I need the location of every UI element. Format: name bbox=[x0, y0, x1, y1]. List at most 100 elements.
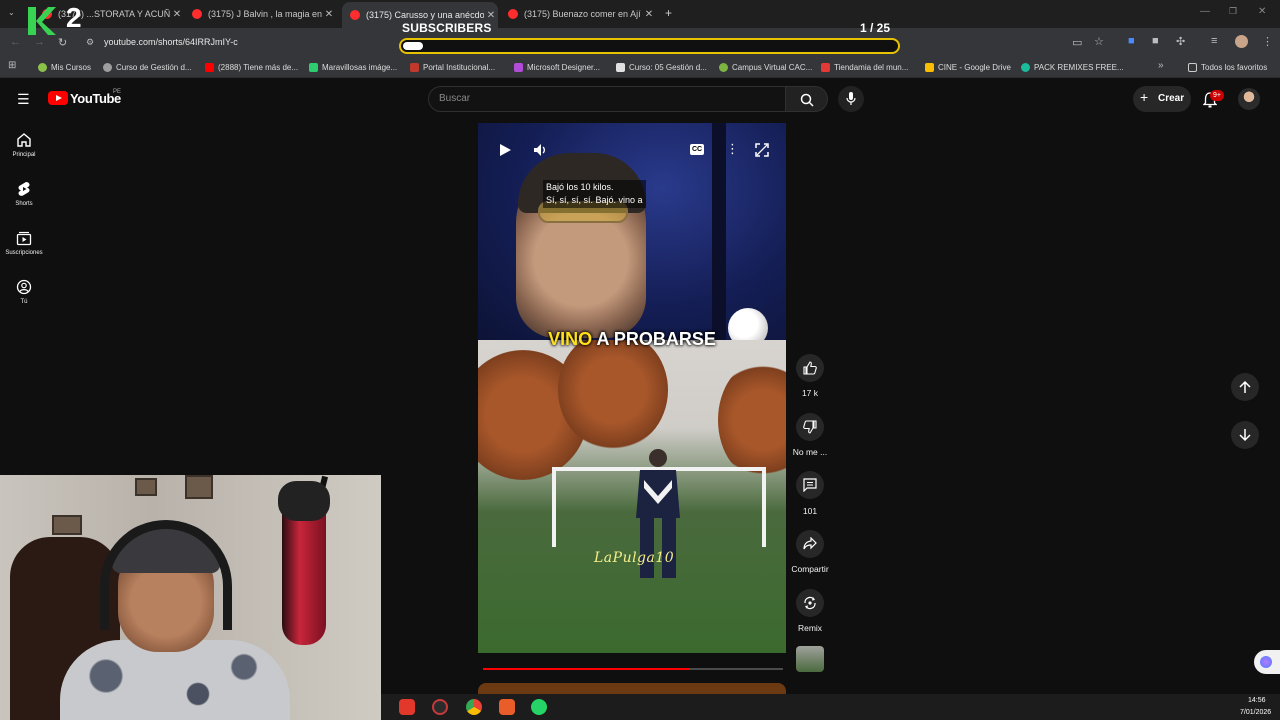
close-tab-icon[interactable]: ✕ bbox=[322, 9, 336, 20]
minimize-window-icon[interactable]: — bbox=[1200, 6, 1210, 17]
new-tab-icon[interactable]: + bbox=[665, 6, 672, 20]
media-control-icon[interactable]: ≡ bbox=[1211, 35, 1217, 47]
bookmark-item[interactable]: (2888) Tiene más de... bbox=[205, 61, 298, 73]
subscriber-goal-fill bbox=[403, 42, 423, 50]
tab-search-icon[interactable]: ⌄ bbox=[8, 8, 15, 17]
hamburger-menu-icon[interactable]: ☰ bbox=[17, 91, 30, 108]
remix-button[interactable] bbox=[796, 589, 824, 617]
bookmark-item[interactable]: Microsoft Designer... bbox=[514, 61, 600, 73]
share-button[interactable] bbox=[796, 530, 824, 558]
extension-icon[interactable]: ■ bbox=[1128, 35, 1135, 47]
guide-item-label: Shorts bbox=[15, 201, 33, 207]
voice-search-button[interactable] bbox=[838, 86, 864, 112]
home-icon bbox=[17, 133, 31, 147]
arrow-down-icon bbox=[1239, 429, 1251, 442]
bookmark-item[interactable]: Portal Institucional... bbox=[410, 61, 495, 73]
remix-icon bbox=[804, 596, 816, 610]
closed-caption-line: Bajó los 10 kilos. bbox=[546, 182, 614, 192]
brave-browser-icon[interactable] bbox=[399, 699, 415, 715]
previous-short-button[interactable] bbox=[1231, 373, 1259, 401]
dislike-label: No me ... bbox=[792, 447, 828, 457]
streamer-webcam bbox=[0, 475, 381, 720]
like-button[interactable] bbox=[796, 354, 824, 382]
browser-menu-icon[interactable]: ⋮ bbox=[1262, 35, 1273, 48]
tab-title: (3175) J Balvin , la magia en el d bbox=[208, 9, 322, 19]
guide-item-you[interactable]: Tú bbox=[0, 279, 48, 305]
guide-item-shorts[interactable]: Shorts bbox=[0, 181, 48, 207]
thumbs-down-icon bbox=[803, 420, 817, 434]
guide-item-home[interactable]: Principal bbox=[0, 132, 48, 158]
comment-count: 101 bbox=[802, 506, 818, 516]
volume-icon[interactable] bbox=[533, 143, 547, 157]
more-options-icon[interactable]: ⋮ bbox=[726, 141, 739, 157]
folder-icon bbox=[1188, 62, 1197, 72]
bookmark-favicon-icon bbox=[719, 62, 728, 72]
taskbar bbox=[381, 694, 1280, 720]
fullscreen-icon[interactable] bbox=[755, 143, 769, 157]
search-input[interactable] bbox=[428, 86, 786, 112]
apps-grid-icon[interactable]: ⊞ bbox=[8, 60, 16, 71]
tab-title: (3175) Buenazo comer en Ají C bbox=[524, 9, 642, 19]
bookmark-favicon-icon bbox=[309, 62, 318, 72]
side-panel-icon[interactable] bbox=[1254, 650, 1280, 674]
bookmark-item[interactable]: CINE - Google Drive bbox=[925, 61, 1011, 73]
bookmark-favicon-icon bbox=[821, 62, 830, 72]
guide-item-subscriptions[interactable]: Suscripciones bbox=[0, 230, 48, 256]
site-info-icon[interactable]: ⚙ bbox=[86, 37, 94, 48]
caption-rest: A PROBARSE bbox=[592, 329, 716, 349]
k2-logo-text: 2 bbox=[66, 2, 82, 33]
bookmark-item[interactable]: Maravillosas imáge... bbox=[309, 61, 397, 73]
address-bar-url[interactable]: youtube.com/shorts/64IRRJmIY-c bbox=[104, 37, 238, 47]
all-bookmarks-folder[interactable]: Todos los favoritos bbox=[1188, 61, 1267, 73]
extension-icon[interactable]: ■ bbox=[1152, 35, 1159, 47]
browser-tab-strip: ⌄ (3175) ...STORATA Y ACUÑA - ✕ (3175) J… bbox=[0, 0, 1280, 28]
headphones-icon bbox=[100, 520, 232, 630]
comments-button[interactable] bbox=[796, 471, 824, 499]
bookmark-item[interactable]: Curso: 05 Gestión d... bbox=[616, 61, 707, 73]
create-button-label: Crear bbox=[1158, 93, 1185, 104]
bookmark-star-icon[interactable]: ☆ bbox=[1094, 35, 1104, 48]
next-short-button[interactable] bbox=[1231, 421, 1259, 449]
browser-tab[interactable]: (3175) Buenazo comer en Ají C ✕ bbox=[500, 4, 656, 24]
extensions-puzzle-icon[interactable]: ✣ bbox=[1176, 35, 1185, 48]
bookmark-favicon-icon bbox=[410, 62, 419, 72]
closed-captions-icon[interactable]: CC bbox=[690, 144, 704, 155]
bookmark-item[interactable]: Mis Cursos bbox=[38, 61, 91, 73]
dislike-button[interactable] bbox=[796, 413, 824, 441]
clip-watermark: LaPulga10 bbox=[594, 550, 675, 566]
guide-item-label: Tú bbox=[20, 299, 28, 305]
play-icon[interactable] bbox=[498, 143, 512, 157]
bookmark-item[interactable]: PACK REMIXES FREE... bbox=[1021, 61, 1124, 73]
forward-icon[interactable]: → bbox=[34, 36, 45, 48]
browser-tab[interactable]: (3175) J Balvin , la magia en el d ✕ bbox=[184, 4, 336, 24]
obs-app-icon[interactable] bbox=[432, 699, 448, 715]
cast-icon[interactable]: ▭ bbox=[1072, 36, 1082, 49]
bookmark-item[interactable]: Campus Virtual CAC... bbox=[719, 61, 812, 73]
whatsapp-icon[interactable] bbox=[531, 699, 547, 715]
short-video-player[interactable]: Bajó los 10 kilos. Sí, sí, sí, sí. Bajó.… bbox=[478, 123, 786, 653]
back-icon[interactable]: ← bbox=[10, 36, 21, 48]
restore-window-icon[interactable]: ❐ bbox=[1229, 6, 1237, 17]
bookmark-item[interactable]: Tiendamia del mun... bbox=[821, 61, 908, 73]
close-window-icon[interactable]: ✕ bbox=[1258, 6, 1266, 17]
gemini-icon bbox=[1260, 656, 1272, 668]
notification-count-badge: 9+ bbox=[1210, 90, 1224, 101]
app-icon[interactable] bbox=[499, 699, 515, 715]
reload-icon[interactable]: ↻ bbox=[58, 36, 67, 49]
bookmark-favicon-icon bbox=[205, 62, 214, 72]
microphone-icon bbox=[846, 92, 856, 105]
person-shirt bbox=[60, 640, 290, 720]
profile-avatar-icon[interactable] bbox=[1235, 35, 1248, 48]
chrome-icon[interactable] bbox=[466, 699, 482, 715]
close-tab-icon[interactable]: ✕ bbox=[642, 9, 656, 20]
account-avatar[interactable] bbox=[1238, 88, 1260, 110]
bookmark-favicon-icon bbox=[514, 62, 523, 72]
search-button[interactable] bbox=[786, 86, 828, 112]
caption-highlight-word: VINO bbox=[548, 329, 593, 349]
close-tab-icon[interactable]: ✕ bbox=[170, 9, 184, 20]
bookmarks-overflow-icon[interactable]: » bbox=[1158, 60, 1164, 71]
bookmark-item[interactable]: Curso de Gestión d... bbox=[103, 61, 192, 73]
close-tab-icon[interactable]: ✕ bbox=[484, 10, 498, 21]
audio-source-thumbnail[interactable] bbox=[796, 646, 824, 672]
football-player bbox=[636, 449, 680, 578]
